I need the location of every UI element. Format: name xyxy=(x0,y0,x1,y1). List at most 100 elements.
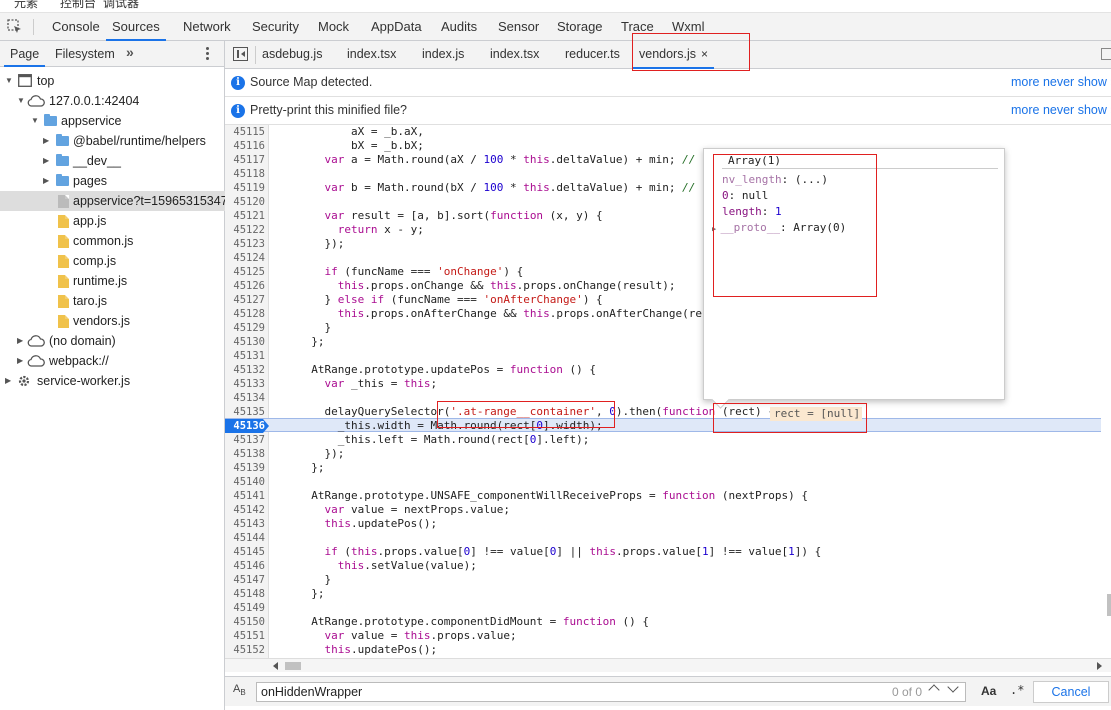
code-text[interactable]: return x - y; xyxy=(298,223,424,237)
tree-item-host[interactable]: ▼ 127.0.0.1:42404 xyxy=(0,91,225,111)
top-strip-item[interactable]: 元素 xyxy=(14,0,38,11)
code-line[interactable]: 45143 this.updatePos(); xyxy=(225,517,1101,531)
toggle-debugger-icon[interactable] xyxy=(1101,48,1111,60)
line-number[interactable]: 45116 xyxy=(225,139,265,153)
top-strip-item[interactable]: 调试器 xyxy=(103,0,139,11)
code-text[interactable]: var _this = this; xyxy=(298,377,438,391)
code-text[interactable]: bX = _b.bX; xyxy=(298,139,424,153)
code-line[interactable]: 45145 if (this.props.value[0] !== value[… xyxy=(225,545,1101,559)
editor-tab-asdebug[interactable]: asdebug.js xyxy=(262,41,322,69)
code-text[interactable]: } else if (funcName === 'onAfterChange')… xyxy=(298,293,602,307)
line-number[interactable]: 45120 xyxy=(225,195,265,209)
tab-storage[interactable]: Storage xyxy=(557,13,603,41)
match-case-icon[interactable]: Aa xyxy=(981,684,996,698)
code-line[interactable]: 45148 }; xyxy=(225,587,1101,601)
code-text[interactable]: AtRange.prototype.updatePos = function (… xyxy=(298,363,596,377)
line-number[interactable]: 45151 xyxy=(225,629,265,643)
line-number[interactable]: 45121 xyxy=(225,209,265,223)
tree-item-runtime-js[interactable]: runtime.js xyxy=(0,271,225,291)
collapsed-arrow-icon[interactable]: ▶ xyxy=(43,151,49,171)
tree-item-common-js[interactable]: common.js xyxy=(0,231,225,251)
code-line[interactable]: 45139 }; xyxy=(225,461,1101,475)
code-line[interactable]: 45115 aX = _b.aX, xyxy=(225,125,1101,139)
code-line[interactable]: 45142 var value = nextProps.value; xyxy=(225,503,1101,517)
collapsed-arrow-icon[interactable]: ▶ xyxy=(43,131,49,151)
tree-item-vendors-js[interactable]: vendors.js xyxy=(0,311,225,331)
line-number[interactable]: 45125 xyxy=(225,265,265,279)
code-text[interactable]: AtRange.prototype.componentDidMount = fu… xyxy=(298,615,649,629)
code-text[interactable]: this.setValue(value); xyxy=(298,559,477,573)
line-number[interactable]: 45134 xyxy=(225,391,265,405)
code-text[interactable]: aX = _b.aX, xyxy=(298,125,424,139)
scroll-right-icon[interactable] xyxy=(1097,662,1102,670)
code-text[interactable]: } xyxy=(298,321,331,335)
code-text[interactable]: if (this.props.value[0] !== value[0] || … xyxy=(298,545,822,559)
line-number[interactable]: 45141 xyxy=(225,489,265,503)
code-line[interactable]: 45151 var value = this.props.value; xyxy=(225,629,1101,643)
infobar-link[interactable]: more never show › xyxy=(1011,69,1111,96)
editor-tab-index-js[interactable]: index.js xyxy=(422,41,464,69)
collapsed-arrow-icon[interactable]: ▶ xyxy=(17,331,23,351)
code-line[interactable]: 45136 _this.width = Math.round(rect[0].w… xyxy=(225,418,1101,433)
cancel-button[interactable]: Cancel xyxy=(1033,681,1109,703)
code-text[interactable]: this.props.onAfterChange && this.props.o… xyxy=(298,307,722,321)
code-line[interactable]: 45135 delayQuerySelector('.at-range__con… xyxy=(225,405,1101,419)
line-number[interactable]: 45129 xyxy=(225,321,265,335)
code-text[interactable]: var result = [a, b].sort(function (x, y)… xyxy=(298,209,603,223)
code-line[interactable]: 45138 }); xyxy=(225,447,1101,461)
code-text[interactable]: _this.left = Math.round(rect[0].left); xyxy=(298,433,590,447)
replace-toggle-icon[interactable]: AB xyxy=(233,683,246,697)
tree-item-appservice[interactable]: ▼ appservice xyxy=(0,111,225,131)
tree-item-pages[interactable]: ▶ pages xyxy=(0,171,225,191)
code-text[interactable]: var b = Math.round(bX / 100 * this.delta… xyxy=(298,181,722,195)
more-tabs-icon[interactable]: » xyxy=(126,44,134,60)
line-number[interactable]: 45152 xyxy=(225,643,265,657)
line-number[interactable]: 45118 xyxy=(225,167,265,181)
line-number[interactable]: 45142 xyxy=(225,503,265,517)
line-number[interactable]: 45132 xyxy=(225,363,265,377)
tree-item-webpack[interactable]: ▶ webpack:// xyxy=(0,351,225,371)
line-number[interactable]: 45124 xyxy=(225,251,265,265)
top-strip-item[interactable]: 控制台 xyxy=(60,0,96,11)
expand-arrow-icon[interactable]: ▼ xyxy=(31,111,39,131)
line-number[interactable]: 45128 xyxy=(225,307,265,321)
collapsed-arrow-icon[interactable]: ▶ xyxy=(5,371,11,391)
code-line[interactable]: 45144 xyxy=(225,531,1101,545)
code-text[interactable]: }; xyxy=(298,461,324,475)
code-line[interactable]: 45152 this.updatePos(); xyxy=(225,643,1101,657)
code-text[interactable]: if (funcName === 'onChange') { xyxy=(298,265,524,279)
line-number[interactable]: 45146 xyxy=(225,559,265,573)
tab-mock[interactable]: Mock xyxy=(318,13,349,41)
line-number[interactable]: 45144 xyxy=(225,531,265,545)
line-number[interactable]: 45122 xyxy=(225,223,265,237)
tab-appdata[interactable]: AppData xyxy=(371,13,422,41)
line-number[interactable]: 45130 xyxy=(225,335,265,349)
expand-arrow-icon[interactable]: ▼ xyxy=(17,91,25,111)
code-line[interactable]: 45137 _this.left = Math.round(rect[0].le… xyxy=(225,433,1101,447)
tab-console[interactable]: Console xyxy=(52,13,100,41)
code-text[interactable]: } xyxy=(298,573,331,587)
tree-item-dev[interactable]: ▶ __dev__ xyxy=(0,151,225,171)
tree-item-top[interactable]: ▼ top xyxy=(0,71,225,91)
line-number[interactable]: 45117 xyxy=(225,153,265,167)
infobar-link[interactable]: more never show › xyxy=(1011,97,1111,124)
line-number[interactable]: 45140 xyxy=(225,475,265,489)
tab-sources[interactable]: Sources xyxy=(106,13,166,41)
tree-item-comp-js[interactable]: comp.js xyxy=(0,251,225,271)
editor-tab-index-tsx[interactable]: index.tsx xyxy=(347,41,396,69)
kebab-menu-icon[interactable] xyxy=(206,46,210,62)
code-text[interactable]: AtRange.prototype.UNSAFE_componentWillRe… xyxy=(298,489,808,503)
tree-item-taro-js[interactable]: taro.js xyxy=(0,291,225,311)
line-number[interactable]: 45127 xyxy=(225,293,265,307)
code-line[interactable]: 45149 xyxy=(225,601,1101,615)
code-text[interactable]: this.updatePos(); xyxy=(298,517,438,531)
tree-item-service-worker[interactable]: ▶ service-worker.js xyxy=(0,371,225,391)
tree-item-app-js[interactable]: app.js xyxy=(0,211,225,231)
line-number[interactable]: 45147 xyxy=(225,573,265,587)
tab-audits[interactable]: Audits xyxy=(441,13,477,41)
code-text[interactable]: var value = this.props.value; xyxy=(298,629,517,643)
line-number[interactable]: 45149 xyxy=(225,601,265,615)
tab-network[interactable]: Network xyxy=(183,13,231,41)
editor-tab-reducer[interactable]: reducer.ts xyxy=(565,41,620,69)
tree-item-babel[interactable]: ▶ @babel/runtime/helpers xyxy=(0,131,225,151)
